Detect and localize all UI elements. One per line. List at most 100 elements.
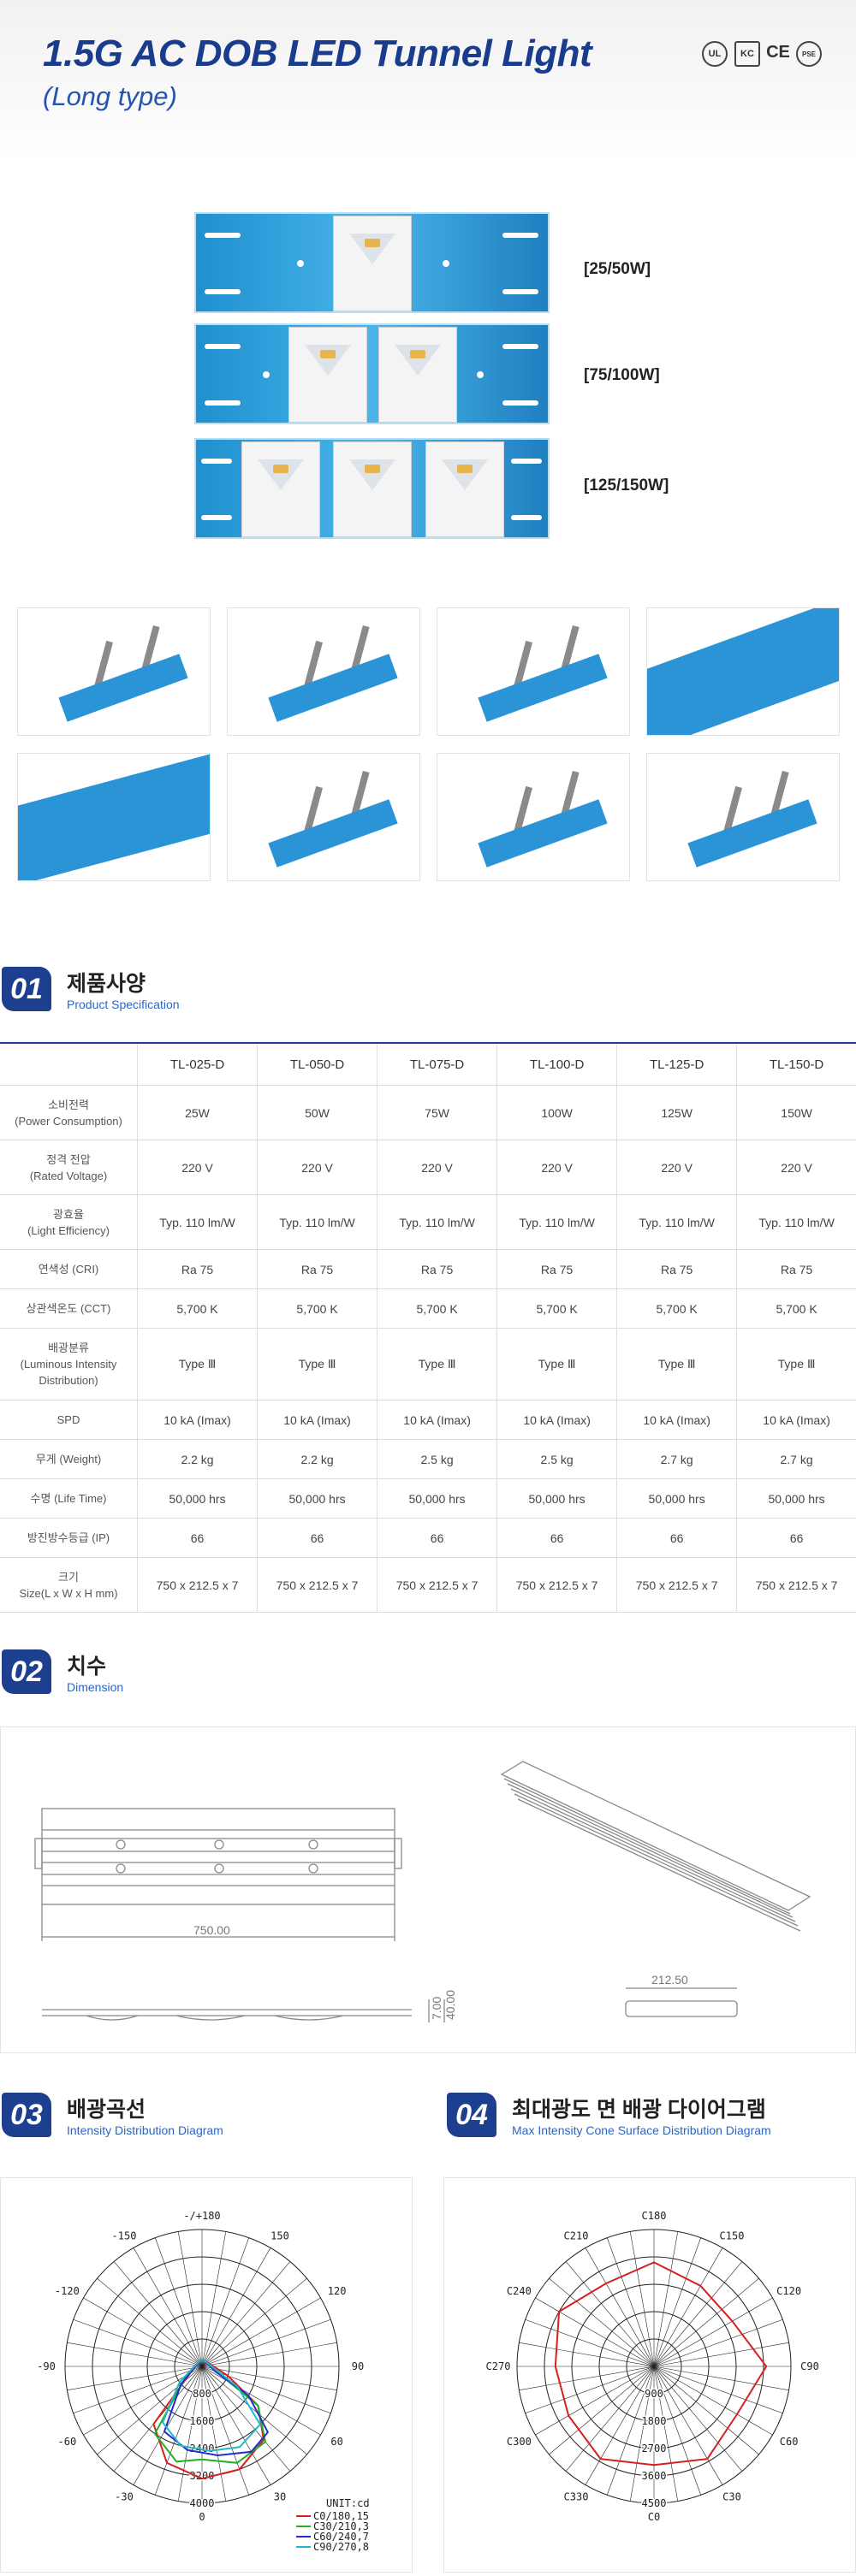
table-cell: 750 x 212.5 x 7 <box>136 1557 259 1613</box>
table-row: SPD 10 kA (Imax) 10 kA (Imax) 10 kA (Imax) 1… <box>0 1400 856 1440</box>
polar-angle-label: C90 <box>800 2360 819 2372</box>
table-cell: 10 kA (Imax) <box>616 1400 738 1440</box>
table-cell: Typ. 110 lm/W <box>136 1194 259 1250</box>
row-label-ko: 배광분류 <box>48 1341 89 1354</box>
polar-angle-label: C180 <box>642 2210 667 2222</box>
product-photo-thumb <box>17 753 211 881</box>
row-label-en: (Light Efficiency) <box>27 1223 110 1237</box>
row-label: 크기 Size(L x W x H mm) <box>0 1557 138 1613</box>
row-label-ko: 무게 (Weight) <box>35 1453 102 1466</box>
row-label-ko: 연색성 (CRI) <box>38 1263 99 1276</box>
intensity-curve <box>163 2359 270 2457</box>
table-cell: 10 kA (Imax) <box>257 1400 378 1440</box>
polar-angle-label: 0 <box>199 2511 205 2523</box>
table-cell: 66 <box>496 1518 618 1558</box>
polar-radius-label: 1600 <box>190 2415 215 2427</box>
variant-label: [25/50W] <box>584 260 651 278</box>
row-label-ko: 크기 <box>58 1570 79 1584</box>
model-header: TL-125-D <box>616 1043 738 1086</box>
model-header: TL-150-D <box>736 1043 856 1086</box>
polar-radius-label: 1800 <box>642 2415 667 2427</box>
table-cell: 2.5 kg <box>496 1439 618 1479</box>
section-number-badge: 03 <box>2 2093 51 2137</box>
dimension-drawing-svg: 750.00 212.50 7.00 40.00 <box>34 1761 811 2022</box>
table-cell: 2.7 kg <box>616 1439 738 1479</box>
table-cell: 5,700 K <box>377 1288 498 1329</box>
page-title: 1.5G AC DOB LED Tunnel Light <box>43 33 592 74</box>
table-cell: Ra 75 <box>496 1249 618 1289</box>
table-row: 수명 (Life Time) 50,000 hrs 50,000 hrs 50,000… <box>0 1478 856 1519</box>
table-cell: 750 x 212.5 x 7 <box>616 1557 738 1613</box>
row-label-ko: 정격 전압 <box>46 1152 91 1166</box>
row-label-ko: 소비전력 <box>48 1098 89 1111</box>
table-cell: 66 <box>736 1518 856 1558</box>
table-cell: 10 kA (Imax) <box>136 1400 259 1440</box>
polar-angle-label: C60 <box>780 2436 799 2448</box>
table-cell: 5,700 K <box>257 1288 378 1329</box>
section-subtitle: Intensity Distribution Diagram <box>67 2123 223 2137</box>
dim-width: 212.50 <box>651 1973 688 1987</box>
table-cell: 66 <box>377 1518 498 1558</box>
table-cell: 10 kA (Imax) <box>736 1400 856 1440</box>
polar-angle-label: 60 <box>330 2436 342 2448</box>
table-cell: 5,700 K <box>136 1288 259 1329</box>
row-label: 정격 전압 (Rated Voltage) <box>0 1140 138 1195</box>
polar-angle-label: 150 <box>270 2230 289 2242</box>
table-cell: Ra 75 <box>257 1249 378 1289</box>
row-label-ko: 방진방수등급 (IP) <box>27 1531 110 1544</box>
table-cell: 50,000 hrs <box>736 1478 856 1519</box>
table-cell: Ra 75 <box>377 1249 498 1289</box>
variant-label: [75/100W] <box>584 366 660 384</box>
dimension-drawing: 750.00 212.50 7.00 40.00 <box>0 1726 856 2053</box>
table-row: 광효율 (Light Efficiency) Typ. 110 lm/W Typ. 1… <box>0 1194 856 1250</box>
table-cell: 25W <box>136 1085 259 1140</box>
product-photo-thumb <box>437 753 630 881</box>
row-label-ko: 광효율 <box>53 1207 84 1221</box>
polar-angle-label: -60 <box>58 2436 77 2448</box>
section-number-badge: 04 <box>447 2093 496 2137</box>
row-label: 연색성 (CRI) <box>0 1249 138 1289</box>
unit-label: UNIT:cd <box>326 2497 370 2509</box>
row-label-en: (Luminous Intensity Distribution) <box>20 1358 117 1387</box>
polar-angle-label: C210 <box>564 2230 589 2242</box>
cert-marks: UL KC CE PSE <box>702 41 822 67</box>
polar-angle-label: 90 <box>352 2360 364 2372</box>
table-cell: 750 x 212.5 x 7 <box>377 1557 498 1613</box>
row-label: 소비전력 (Power Consumption) <box>0 1085 138 1140</box>
polar-radius-label: 3600 <box>642 2470 667 2482</box>
model-header: TL-025-D <box>136 1043 259 1086</box>
table-cell: Type Ⅲ <box>616 1328 738 1401</box>
model-header: TL-100-D <box>496 1043 618 1086</box>
table-row: 상관색온도 (CCT) 5,700 K 5,700 K 5,700 K 5,700 K5… <box>0 1288 856 1329</box>
row-label-ko: 상관색온도 (CCT) <box>26 1302 111 1315</box>
table-cell: 220 V <box>616 1140 738 1195</box>
table-cell: Typ. 110 lm/W <box>496 1194 618 1250</box>
intensity-curve <box>161 2359 262 2452</box>
polar-angle-label: -90 <box>37 2360 56 2372</box>
table-cell: 750 x 212.5 x 7 <box>736 1557 856 1613</box>
table-cell: 220 V <box>736 1140 856 1195</box>
table-cell: Type Ⅲ <box>257 1328 378 1401</box>
row-label: 방진방수등급 (IP) <box>0 1518 138 1558</box>
table-cell: 750 x 212.5 x 7 <box>496 1557 618 1613</box>
table-header-row: TL-025-D TL-050-D TL-075-D TL-100-D TL-1… <box>0 1043 856 1086</box>
polar-angle-label: 30 <box>274 2490 286 2502</box>
row-label-en: (Rated Voltage) <box>29 1169 108 1182</box>
table-cell: 50,000 hrs <box>377 1478 498 1519</box>
product-image-75-100w <box>194 323 550 424</box>
cone-diagram-box: C180 C150 C120 C90 C60 C30 C0 C330 C300 C270 C240 C… <box>443 2177 856 2573</box>
table-cell: Type Ⅲ <box>136 1328 259 1401</box>
table-row: 연색성 (CRI) Ra 75 Ra 75 Ra 75 Ra 75 Ra 75 Ra 75 <box>0 1249 856 1289</box>
polar-angle-label: -120 <box>55 2285 80 2297</box>
row-label: SPD <box>0 1400 138 1440</box>
polar-radius-label: 4000 <box>190 2497 215 2509</box>
polar-angle-label: C240 <box>507 2285 532 2297</box>
table-cell: 10 kA (Imax) <box>496 1400 618 1440</box>
polar-radius-label: 2700 <box>642 2443 667 2455</box>
polar-radius-label: 800 <box>193 2388 211 2400</box>
product-image-125-150w <box>194 438 550 539</box>
table-row: 배광분류 (Luminous Intensity Distribution) Typ… <box>0 1328 856 1401</box>
row-label: 수명 (Life Time) <box>0 1478 138 1519</box>
polar-angle-label: C270 <box>486 2360 511 2372</box>
section-number-badge: 02 <box>2 1649 51 1694</box>
